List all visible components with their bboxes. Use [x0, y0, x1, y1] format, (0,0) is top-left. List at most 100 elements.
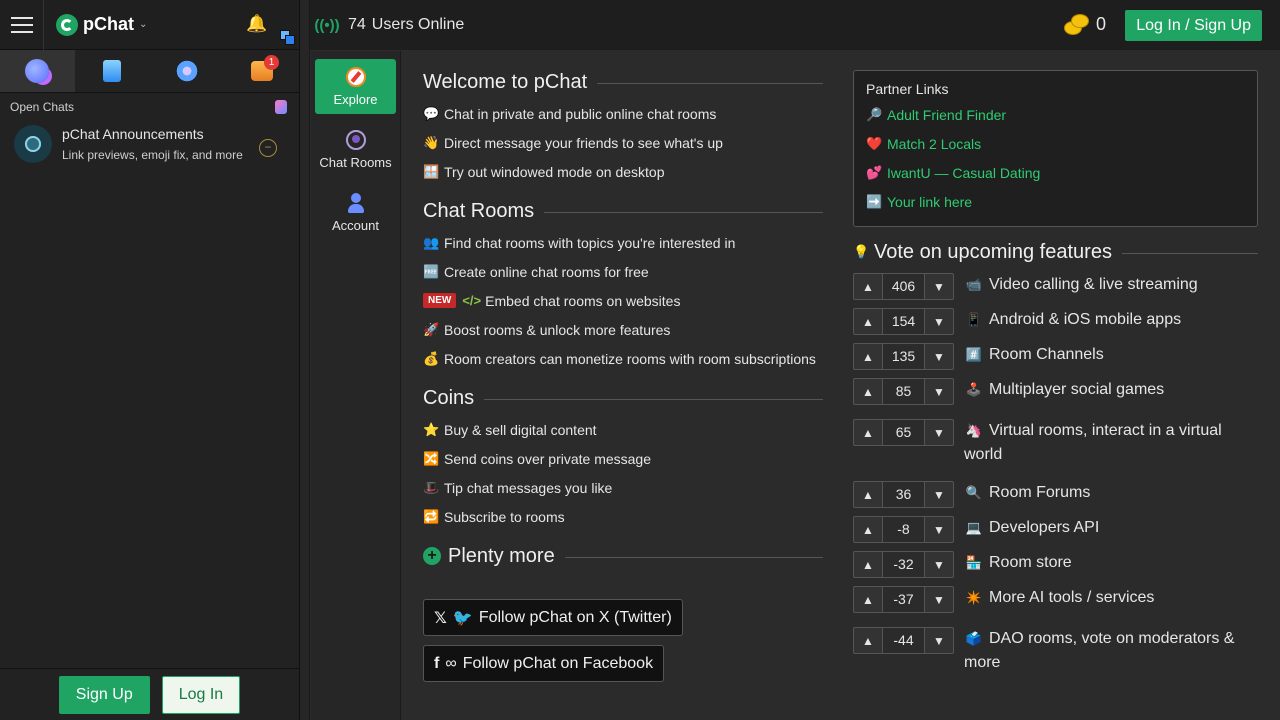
vote-label-text: Room store	[989, 554, 1072, 571]
chevron-down-icon: ⌄	[139, 19, 148, 30]
vote-stepper: ▲ 85 ▼	[853, 378, 954, 405]
upvote-icon[interactable]: ▲	[854, 628, 882, 653]
vote-row: ▲ -8 ▼ 💻 Developers API	[853, 516, 1258, 543]
video-camera-icon: 📹	[965, 277, 983, 292]
votes-heading: 💡 Vote on upcoming features	[853, 239, 1258, 265]
upvote-icon[interactable]: ▲	[854, 309, 882, 334]
sign-up-button[interactable]: Sign Up	[58, 675, 150, 714]
plenty-more-heading: + Plenty more	[423, 543, 823, 569]
follow-twitter-button[interactable]: 𝕏 🐦 Follow pChat on X (Twitter)	[423, 599, 683, 636]
list-item: ⭐ Buy & sell digital content	[423, 415, 823, 444]
follow-facebook-button[interactable]: f ∞ Follow pChat on Facebook	[423, 645, 665, 682]
sidebar: pChat ⌄ 🔔 1 Open Chats pChat Announcemen…	[0, 0, 300, 720]
online-count: 74	[348, 16, 366, 33]
feature-votes: 💡 Vote on upcoming features ▲ 406 ▼ 📹 Video …	[853, 239, 1258, 675]
nav-account[interactable]: Account	[315, 185, 396, 240]
coin-balance[interactable]: 0	[1063, 12, 1106, 36]
people-icon: 👥	[423, 234, 440, 250]
windowed-mode-icon[interactable]	[280, 30, 296, 46]
bird-icon: 🐦	[452, 609, 473, 627]
downvote-icon[interactable]: ▼	[925, 628, 953, 653]
tab-network[interactable]	[150, 50, 225, 92]
upvote-icon[interactable]: ▲	[854, 482, 882, 507]
link-text: Adult Friend Finder	[887, 106, 1007, 123]
window-icon: 🪟	[423, 163, 440, 179]
item-text: Embed chat rooms on websites	[485, 292, 681, 309]
vote-count: -37	[882, 587, 925, 612]
unicorn-icon: 🦄	[965, 423, 983, 438]
nav-chat-rooms[interactable]: Chat Rooms	[315, 122, 396, 177]
link-text: Match 2 Locals	[887, 135, 982, 152]
sidebar-resize-handle[interactable]	[300, 0, 310, 720]
coin-count: 0	[1095, 13, 1106, 34]
vote-count: -44	[882, 628, 925, 653]
downvote-icon[interactable]: ▼	[925, 344, 953, 369]
vote-row: ▲ -37 ▼ ✴️ More AI tools / services	[853, 586, 1258, 613]
upvote-icon[interactable]: ▲	[854, 379, 882, 404]
vote-row: ▲ 135 ▼ #️⃣ Room Channels	[853, 343, 1258, 370]
store-icon: 🏪	[965, 555, 983, 570]
chat-icon: 💬	[423, 105, 440, 121]
money-bag-icon: 💰	[423, 350, 440, 366]
upvote-icon[interactable]: ▲	[854, 587, 882, 612]
upvote-icon[interactable]: ▲	[854, 274, 882, 299]
tab-wallet[interactable]: 1	[224, 50, 299, 92]
upvote-icon[interactable]: ▲	[854, 420, 882, 445]
list-item: NEW </> Embed chat rooms on websites	[423, 286, 823, 315]
vote-row: ▲ -44 ▼ 🗳️ DAO rooms, vote on moderators & m…	[853, 627, 1258, 675]
vote-label-text: Android & iOS mobile apps	[989, 311, 1182, 328]
vote-label: 📹 Video calling & live streaming	[964, 273, 1249, 297]
section-title: Coins	[423, 386, 475, 409]
new-chat-icon[interactable]	[275, 100, 287, 114]
coins-heading: Coins	[423, 385, 823, 411]
downvote-icon[interactable]: ▼	[925, 420, 953, 445]
tab-contacts[interactable]	[75, 50, 150, 92]
vote-label: 💻 Developers API	[964, 516, 1249, 540]
link-text: Your link here	[887, 193, 973, 210]
star-icon: ⭐	[423, 421, 440, 437]
partner-link[interactable]: ➡️ Your link here	[866, 187, 1245, 216]
magnifier-icon: 🔍	[965, 485, 983, 500]
social-buttons: 𝕏 🐦 Follow pChat on X (Twitter) f ∞ Foll…	[423, 599, 823, 682]
vote-count: 85	[882, 379, 925, 404]
upvote-icon[interactable]: ▲	[854, 517, 882, 542]
log-in-button[interactable]: Log In	[161, 675, 241, 714]
nav-label: Account	[332, 217, 379, 233]
partner-link[interactable]: 🔎 Adult Friend Finder	[866, 100, 1245, 129]
item-text: Chat in private and public online chat r…	[444, 105, 717, 122]
chat-rooms-icon	[345, 129, 366, 150]
list-item: 💰 Room creators can monetize rooms with r…	[423, 344, 823, 373]
downvote-icon[interactable]: ▼	[925, 552, 953, 577]
avatar	[14, 125, 52, 163]
laptop-icon: 💻	[965, 520, 983, 535]
downvote-icon[interactable]: ▼	[925, 274, 953, 299]
vote-stepper: ▲ -44 ▼	[853, 627, 954, 654]
partner-link[interactable]: 💕 IwantU — Casual Dating	[866, 158, 1245, 187]
bell-icon[interactable]: 🔔	[246, 14, 267, 34]
login-signup-button[interactable]: Log In / Sign Up	[1125, 10, 1262, 41]
brand-logo[interactable]: pChat ⌄	[56, 13, 148, 36]
wave-icon: 👋	[423, 134, 440, 150]
vote-count: 406	[882, 274, 925, 299]
partner-link[interactable]: ❤️ Match 2 Locals	[866, 129, 1245, 158]
section-title: Chat Rooms	[423, 199, 535, 222]
downvote-icon[interactable]: ▼	[925, 379, 953, 404]
vote-row: ▲ -32 ▼ 🏪 Room store	[853, 551, 1258, 578]
plus-icon: +	[423, 547, 441, 565]
tab-chats[interactable]	[0, 50, 75, 92]
downvote-icon[interactable]: ▼	[925, 517, 953, 542]
vote-stepper: ▲ -8 ▼	[853, 516, 954, 543]
mute-icon[interactable]: −	[259, 139, 277, 157]
downvote-icon[interactable]: ▼	[925, 309, 953, 334]
upvote-icon[interactable]: ▲	[854, 344, 882, 369]
nav-explore[interactable]: Explore	[315, 59, 396, 114]
vote-stepper: ▲ 65 ▼	[853, 419, 954, 446]
vote-label-text: Room Forums	[989, 484, 1091, 501]
item-text: Direct message your friends to see what'…	[444, 134, 723, 151]
chat-item-announcements[interactable]: pChat Announcements Link previews, emoji…	[0, 121, 299, 167]
upvote-icon[interactable]: ▲	[854, 552, 882, 577]
menu-icon[interactable]	[0, 0, 44, 50]
downvote-icon[interactable]: ▼	[925, 587, 953, 612]
downvote-icon[interactable]: ▼	[925, 482, 953, 507]
vote-count: 65	[882, 420, 925, 445]
